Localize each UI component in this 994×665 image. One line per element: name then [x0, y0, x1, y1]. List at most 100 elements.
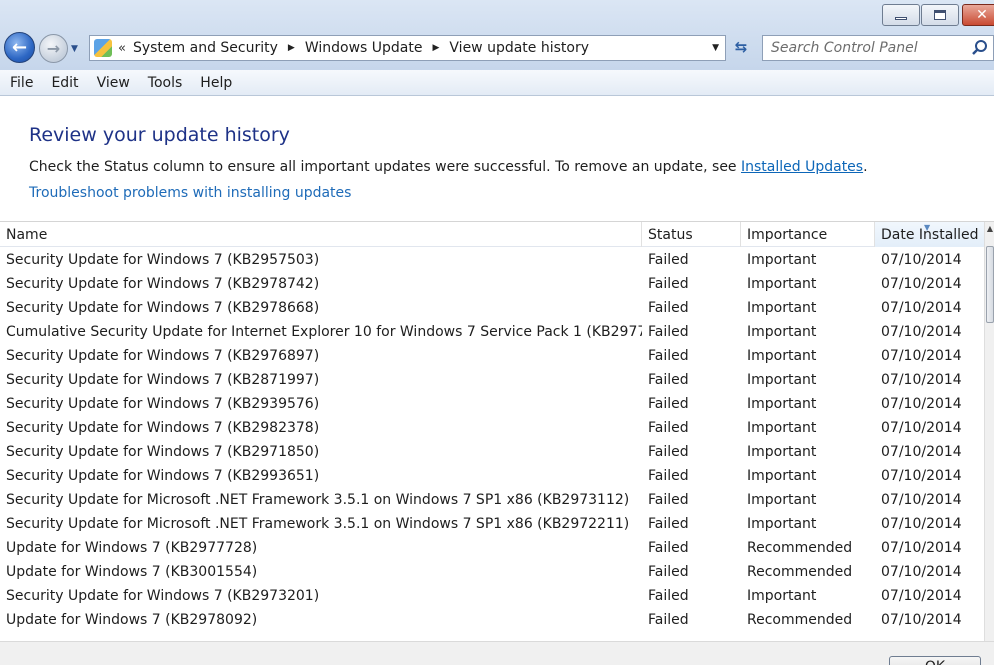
installed-updates-link[interactable]: Installed Updates	[741, 159, 863, 175]
cell-name: Security Update for Windows 7 (KB2973201…	[6, 588, 320, 604]
chevron-icon[interactable]: «	[118, 41, 126, 56]
refresh-icon: ⇆	[734, 38, 748, 56]
minimize-icon	[895, 16, 907, 20]
cell-date-installed: 07/10/2014	[881, 420, 962, 436]
table-row[interactable]: Security Update for Windows 7 (KB2993651…	[0, 464, 984, 488]
cell-name: Security Update for Windows 7 (KB2971850…	[6, 444, 320, 460]
table-row[interactable]: Security Update for Windows 7 (KB2939576…	[0, 392, 984, 416]
cell-name: Security Update for Microsoft .NET Frame…	[6, 516, 630, 532]
table-row[interactable]: Security Update for Windows 7 (KB2976897…	[0, 344, 984, 368]
cell-importance: Important	[747, 492, 817, 508]
cell-date-installed: 07/10/2014	[881, 588, 962, 604]
cell-date-installed: 07/10/2014	[881, 396, 962, 412]
cell-status: Failed	[648, 276, 689, 292]
breadcrumb-arrow-icon[interactable]: ▶	[288, 43, 295, 53]
cell-importance: Important	[747, 444, 817, 460]
ok-button[interactable]: OK	[889, 656, 981, 665]
recent-pages-dropdown[interactable]: ▼	[71, 44, 83, 54]
cell-date-installed: 07/10/2014	[881, 540, 962, 556]
cell-status: Failed	[648, 492, 689, 508]
cell-status: Failed	[648, 588, 689, 604]
column-header-status[interactable]: Status	[642, 222, 741, 247]
cell-status: Failed	[648, 396, 689, 412]
column-header-date-installed[interactable]: ▼ Date Installed	[875, 222, 984, 247]
table-row[interactable]: Security Update for Windows 7 (KB2982378…	[0, 416, 984, 440]
table-row[interactable]: Security Update for Windows 7 (KB2871997…	[0, 368, 984, 392]
menu-tools[interactable]: Tools	[140, 75, 191, 91]
main-content: Review your update history Check the Sta…	[0, 96, 994, 665]
cell-importance: Important	[747, 324, 817, 340]
menu-file[interactable]: File	[0, 75, 41, 91]
control-panel-icon	[94, 39, 112, 57]
table-row[interactable]: Update for Windows 7 (KB2978092) Failed Re…	[0, 608, 984, 632]
close-button[interactable]: ✕	[962, 4, 994, 26]
cell-importance: Important	[747, 420, 817, 436]
cell-date-installed: 07/10/2014	[881, 492, 962, 508]
breadcrumb-view-update-history[interactable]: View update history	[449, 40, 589, 56]
cell-status: Failed	[648, 444, 689, 460]
cell-importance: Recommended	[747, 612, 853, 628]
cell-importance: Important	[747, 372, 817, 388]
intro-sentence: Check the Status column to ensure all im…	[29, 159, 741, 175]
cell-status: Failed	[648, 300, 689, 316]
cell-name: Update for Windows 7 (KB3001554)	[6, 564, 258, 580]
table-row[interactable]: Cumulative Security Update for Internet …	[0, 320, 984, 344]
menu-edit[interactable]: Edit	[43, 75, 86, 91]
table-row[interactable]: Update for Windows 7 (KB2977728) Failed Re…	[0, 536, 984, 560]
breadcrumb-arrow-icon[interactable]: ▶	[432, 43, 439, 53]
cell-date-installed: 07/10/2014	[881, 444, 962, 460]
refresh-button[interactable]: ⇆	[730, 38, 752, 58]
cell-status: Failed	[648, 252, 689, 268]
menu-view[interactable]: View	[89, 75, 138, 91]
table-row[interactable]: Security Update for Windows 7 (KB2973201…	[0, 584, 984, 608]
menu-help[interactable]: Help	[192, 75, 240, 91]
table-row[interactable]: Security Update for Windows 7 (KB2971850…	[0, 440, 984, 464]
cell-name: Security Update for Windows 7 (KB2957503…	[6, 252, 320, 268]
search-input[interactable]	[763, 40, 963, 56]
search-icon[interactable]	[971, 39, 989, 57]
back-arrow-icon: ←	[11, 37, 28, 58]
breadcrumb-system-security[interactable]: System and Security	[133, 40, 278, 56]
scroll-up-icon[interactable]: ▲	[985, 224, 994, 238]
menu-bar: File Edit View Tools Help	[0, 70, 994, 96]
cell-status: Failed	[648, 468, 689, 484]
cell-importance: Recommended	[747, 564, 853, 580]
page-title: Review your update history	[29, 124, 290, 146]
table-body: Security Update for Windows 7 (KB2957503…	[0, 248, 984, 632]
column-header-name[interactable]: Name	[0, 222, 642, 247]
cell-date-installed: 07/10/2014	[881, 468, 962, 484]
cell-status: Failed	[648, 564, 689, 580]
search-box[interactable]	[762, 35, 994, 61]
intro-text: Check the Status column to ensure all im…	[29, 159, 868, 175]
table-row[interactable]: Security Update for Microsoft .NET Frame…	[0, 488, 984, 512]
forward-button[interactable]: →	[39, 34, 68, 63]
cell-date-installed: 07/10/2014	[881, 612, 962, 628]
table-row[interactable]: Security Update for Microsoft .NET Frame…	[0, 512, 984, 536]
table-row[interactable]: Security Update for Windows 7 (KB2957503…	[0, 248, 984, 272]
troubleshoot-link[interactable]: Troubleshoot problems with installing up…	[29, 185, 351, 201]
cell-importance: Important	[747, 588, 817, 604]
footer-bar: OK	[0, 641, 994, 665]
maximize-button[interactable]	[921, 4, 959, 26]
cell-importance: Important	[747, 516, 817, 532]
cell-status: Failed	[648, 324, 689, 340]
minimize-button[interactable]	[882, 4, 920, 26]
sort-descending-icon: ▼	[924, 223, 931, 232]
column-header-importance[interactable]: Importance	[741, 222, 875, 247]
vertical-scrollbar[interactable]: ▲	[984, 222, 994, 641]
cell-name: Security Update for Windows 7 (KB2871997…	[6, 372, 320, 388]
scroll-thumb[interactable]	[986, 246, 994, 323]
back-button[interactable]: ←	[4, 32, 35, 63]
cell-name: Security Update for Windows 7 (KB2939576…	[6, 396, 320, 412]
breadcrumb-windows-update[interactable]: Windows Update	[305, 40, 423, 56]
cell-name: Security Update for Windows 7 (KB2982378…	[6, 420, 320, 436]
close-icon: ✕	[976, 7, 988, 23]
table-row[interactable]: Update for Windows 7 (KB3001554) Failed Re…	[0, 560, 984, 584]
table-row[interactable]: Security Update for Windows 7 (KB2978742…	[0, 272, 984, 296]
update-history-table: Name Status Importance ▼ Date Installed S…	[0, 221, 994, 641]
address-bar[interactable]: « System and Security ▶ Windows Update ▶…	[89, 35, 726, 61]
address-dropdown-icon[interactable]: ▼	[712, 43, 719, 53]
cell-status: Failed	[648, 372, 689, 388]
table-row[interactable]: Security Update for Windows 7 (KB2978668…	[0, 296, 984, 320]
cell-status: Failed	[648, 540, 689, 556]
